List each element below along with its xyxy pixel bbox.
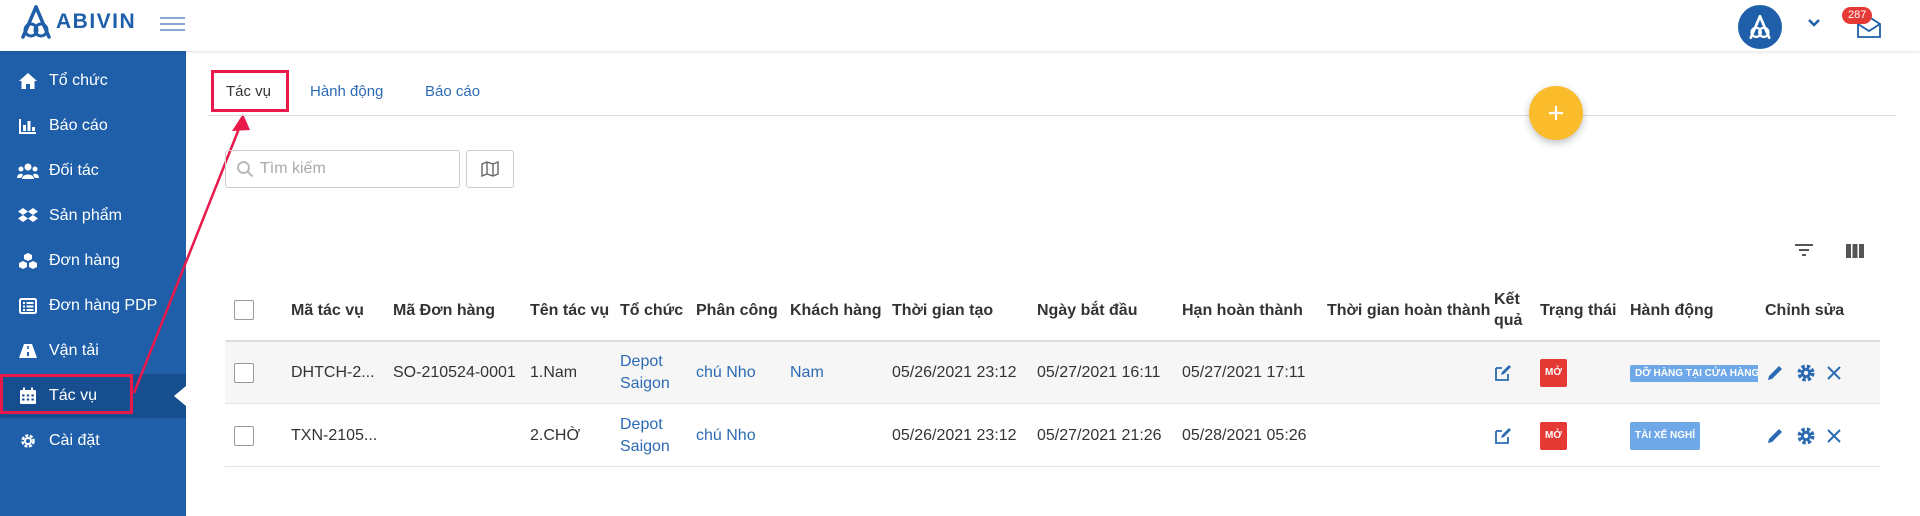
highlight-box-sidebar <box>0 374 133 414</box>
created-time: 05/26/2021 23:12 <box>892 427 1017 444</box>
delete-close-icon[interactable] <box>1826 405 1842 467</box>
cubes-icon <box>17 250 39 272</box>
map-icon <box>481 161 499 177</box>
plus-icon <box>1549 106 1563 120</box>
bar-chart-icon <box>17 115 39 137</box>
column-header-organization[interactable]: Tổ chức <box>620 282 683 338</box>
sidebar-item-products[interactable]: Sản phẩm <box>0 194 186 238</box>
task-code: DHTCH-2... <box>291 364 375 381</box>
status-badge: MỞ <box>1540 342 1567 404</box>
sidebar-item-reports[interactable]: Báo cáo <box>0 104 186 148</box>
top-bar: ABIVIN 287 <box>0 0 1920 51</box>
users-icon <box>17 160 39 182</box>
search-icon <box>237 161 254 178</box>
sidebar: Tổ chức Báo cáo Đối tác Sản phẩm Đơn hàn… <box>0 51 186 516</box>
task-name: 1.Nam <box>530 364 578 381</box>
chevron-down-icon[interactable] <box>1806 15 1822 31</box>
status-badge: MỞ <box>1540 405 1567 467</box>
filter-icon[interactable] <box>1794 242 1814 258</box>
organization-link[interactable]: Depot Saigon <box>620 405 678 467</box>
organization-link[interactable]: Depot Saigon <box>620 342 678 404</box>
add-task-button[interactable] <box>1529 86 1583 140</box>
menu-toggle-icon[interactable] <box>160 13 185 35</box>
sidebar-item-pdp-orders[interactable]: Đơn hàng PDP <box>0 284 186 328</box>
notification-badge: 287 <box>1842 7 1873 24</box>
active-indicator <box>174 386 186 406</box>
sidebar-item-label: Đơn hàng <box>49 252 120 269</box>
column-header-assignee[interactable]: Phân công <box>696 282 778 338</box>
row-checkbox[interactable] <box>234 405 254 467</box>
sidebar-item-label: Vận tải <box>49 342 99 359</box>
search-input[interactable] <box>260 160 450 178</box>
action-badge: DỠ HÀNG TẠI CỬA HÀNG <box>1630 342 1758 404</box>
settings-gear-icon[interactable] <box>1795 342 1817 404</box>
customer-link[interactable]: Nam <box>790 342 824 404</box>
action-badge: TÀI XẾ NGHỈ <box>1630 405 1701 467</box>
sidebar-item-label: Sản phẩm <box>49 207 122 224</box>
column-header-start-date[interactable]: Ngày bắt đầu <box>1037 282 1137 338</box>
deadline: 05/27/2021 17:11 <box>1182 364 1306 381</box>
column-header-status[interactable]: Trạng thái <box>1540 282 1616 338</box>
home-icon <box>17 70 39 92</box>
assignee-link[interactable]: chú Nho <box>696 342 756 404</box>
columns-icon[interactable] <box>1846 244 1864 258</box>
select-all-checkbox[interactable] <box>234 282 254 338</box>
column-header-deadline[interactable]: Hạn hoàn thành <box>1182 282 1303 338</box>
table-row[interactable]: DHTCH-2... SO-210524-0001 1.Nam Depot Sa… <box>225 342 1880 404</box>
list-alt-icon <box>17 295 39 317</box>
created-time: 05/26/2021 23:12 <box>892 364 1017 381</box>
column-header-edit[interactable]: Chỉnh sửa <box>1765 282 1844 338</box>
settings-gear-icon[interactable] <box>1795 405 1817 467</box>
map-view-button[interactable] <box>466 150 514 188</box>
tab-tasks[interactable]: Tác vụ <box>226 70 271 112</box>
search-box <box>225 150 460 188</box>
deadline: 05/28/2021 05:26 <box>1182 427 1307 444</box>
edit-pencil-icon[interactable] <box>1765 405 1785 467</box>
abivin-logo-icon <box>21 5 51 39</box>
column-header-action[interactable]: Hành động <box>1630 282 1714 338</box>
result-edit-icon[interactable] <box>1494 342 1512 404</box>
sidebar-item-partners[interactable]: Đối tác <box>0 149 186 193</box>
tab-actions[interactable]: Hành động <box>310 70 383 112</box>
road-icon <box>17 340 39 362</box>
start-date: 05/27/2021 16:11 <box>1037 364 1161 381</box>
column-header-task-code[interactable]: Mã tác vụ <box>291 282 364 338</box>
task-name: 2.CHỜ <box>530 427 581 444</box>
dropbox-icon <box>17 205 39 227</box>
sidebar-item-label: Báo cáo <box>49 117 108 134</box>
column-header-task-name[interactable]: Tên tác vụ <box>530 282 609 338</box>
brand-name: ABIVIN <box>56 10 137 33</box>
order-code: SO-210524-0001 <box>393 364 516 381</box>
edit-pencil-icon[interactable] <box>1765 342 1785 404</box>
abivin-avatar-icon <box>1749 14 1771 40</box>
task-code: TXN-2105... <box>291 427 378 444</box>
sidebar-item-label: Tổ chức <box>49 72 108 89</box>
delete-close-icon[interactable] <box>1826 342 1842 404</box>
gear-icon <box>17 430 39 452</box>
sidebar-item-label: Đơn hàng PDP <box>49 297 158 314</box>
column-header-result[interactable]: Kết quả <box>1494 282 1528 338</box>
assignee-link[interactable]: chú Nho <box>696 405 756 467</box>
brand-logo[interactable]: ABIVIN <box>20 5 136 39</box>
column-header-order-code[interactable]: Mã Đơn hàng <box>393 282 495 338</box>
sidebar-item-label: Đối tác <box>49 162 99 179</box>
sidebar-item-orders[interactable]: Đơn hàng <box>0 239 186 283</box>
tab-reports[interactable]: Báo cáo <box>425 70 480 112</box>
tabs-divider <box>208 115 1896 116</box>
sidebar-item-transport[interactable]: Vận tải <box>0 329 186 373</box>
column-header-created-time[interactable]: Thời gian tạo <box>892 282 993 338</box>
column-header-completed-time[interactable]: Thời gian hoàn thành <box>1327 282 1490 338</box>
row-checkbox[interactable] <box>234 342 254 404</box>
result-edit-icon[interactable] <box>1494 405 1512 467</box>
sidebar-item-organization[interactable]: Tổ chức <box>0 59 186 103</box>
sidebar-item-settings[interactable]: Cài đặt <box>0 419 186 463</box>
sidebar-item-label: Cài đặt <box>49 432 100 449</box>
column-header-customer[interactable]: Khách hàng <box>790 282 882 338</box>
table-row[interactable]: TXN-2105... 2.CHỜ Depot Saigon chú Nho 0… <box>225 405 1880 467</box>
start-date: 05/27/2021 21:26 <box>1037 427 1162 444</box>
avatar[interactable] <box>1738 5 1782 49</box>
